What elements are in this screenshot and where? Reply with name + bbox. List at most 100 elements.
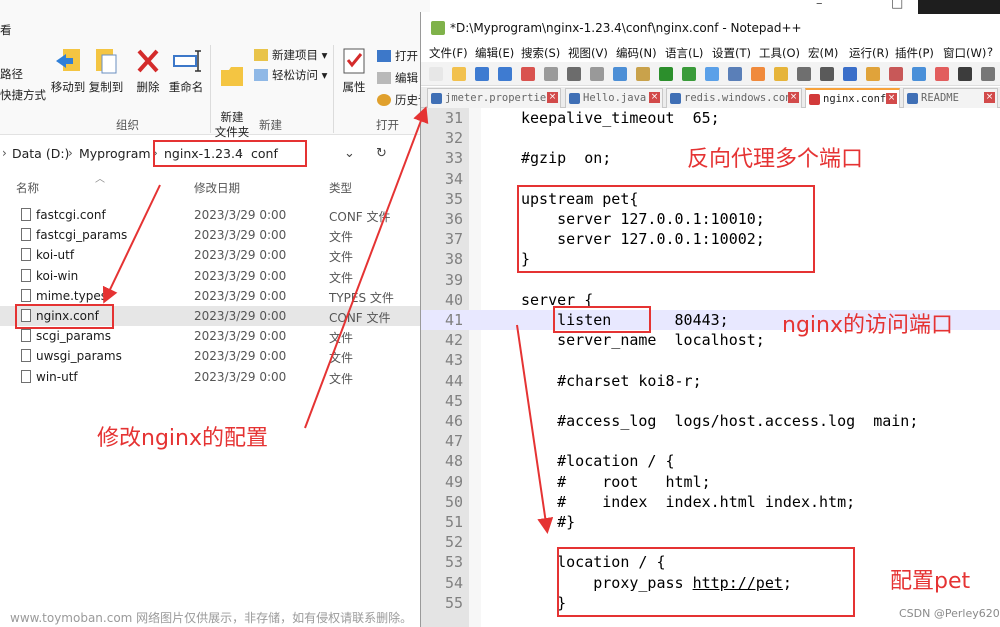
toolbar-icon[interactable] bbox=[429, 67, 443, 81]
file-row[interactable]: scgi_params 2023/3/29 0:00 文件 bbox=[0, 326, 430, 346]
new-item-icon bbox=[254, 49, 268, 61]
file-row[interactable]: mime.types 2023/3/29 0:00 TYPES 文件 bbox=[0, 286, 430, 306]
move-to-button[interactable]: 移动到 bbox=[50, 46, 86, 95]
edit-button[interactable]: 编辑 bbox=[377, 70, 418, 86]
editor-tab[interactable]: nginx.conf × bbox=[805, 88, 900, 108]
menu-item[interactable]: 编辑(E) bbox=[475, 45, 514, 61]
toolbar-icon[interactable] bbox=[452, 67, 466, 81]
new-folder-button[interactable]: 新建 文件夹 bbox=[214, 46, 250, 140]
code-line[interactable]: 45 bbox=[421, 391, 1000, 411]
close-icon[interactable]: × bbox=[886, 93, 897, 104]
toolbar-icon[interactable] bbox=[935, 67, 949, 81]
toolbar-icon[interactable] bbox=[475, 67, 489, 81]
rename-button[interactable]: 重命名 bbox=[168, 46, 204, 95]
editor-tab[interactable]: redis.windows.conf × bbox=[666, 88, 802, 108]
file-row[interactable]: koi-win 2023/3/29 0:00 文件 bbox=[0, 266, 430, 286]
toolbar-icon[interactable] bbox=[889, 67, 903, 81]
code-text: #location / { bbox=[521, 452, 675, 471]
chevron-down-icon[interactable]: ⌄ bbox=[344, 146, 355, 161]
toolbar-icon[interactable] bbox=[797, 67, 811, 81]
file-row[interactable]: uwsgi_params 2023/3/29 0:00 文件 bbox=[0, 346, 430, 366]
close-icon[interactable]: × bbox=[788, 92, 799, 103]
ribbon-fragment-path[interactable]: 路径 bbox=[0, 66, 23, 82]
toolbar-icon[interactable] bbox=[498, 67, 512, 81]
properties-button[interactable]: 属性 bbox=[338, 46, 370, 95]
code-line[interactable]: 46 #access_log logs/host.access.log main… bbox=[421, 411, 1000, 431]
copy-to-button[interactable]: 复制到 bbox=[88, 46, 124, 95]
toolbar-icon[interactable] bbox=[636, 67, 650, 81]
menu-item[interactable]: 插件(P) bbox=[895, 45, 934, 61]
code-line[interactable]: 48 #location / { bbox=[421, 451, 1000, 471]
easy-access-icon bbox=[254, 69, 268, 81]
menu-item[interactable]: 视图(V) bbox=[568, 45, 608, 61]
menu-item[interactable]: 宏(M) bbox=[808, 45, 838, 61]
toolbar-icon[interactable] bbox=[659, 67, 673, 81]
menu-item[interactable]: 编码(N) bbox=[616, 45, 657, 61]
new-item-button[interactable]: 新建项目 ▾ bbox=[254, 47, 327, 63]
tab-label: nginx.conf bbox=[823, 93, 887, 105]
menu-item[interactable]: 语言(L) bbox=[665, 45, 703, 61]
close-icon[interactable]: × bbox=[547, 92, 558, 103]
easy-access-button[interactable]: 轻松访问 ▾ bbox=[254, 67, 327, 83]
document-icon bbox=[907, 93, 918, 104]
toolbar-icon[interactable] bbox=[728, 67, 742, 81]
toolbar-icon[interactable] bbox=[843, 67, 857, 81]
toolbar-icon[interactable] bbox=[866, 67, 880, 81]
toolbar-icon[interactable] bbox=[590, 67, 604, 81]
history-icon bbox=[377, 94, 391, 106]
menu-item[interactable]: 工具(O) bbox=[759, 45, 800, 61]
code-line[interactable]: 49 # root html; bbox=[421, 472, 1000, 492]
copy-to-icon bbox=[96, 49, 117, 74]
toolbar-icon[interactable] bbox=[567, 67, 581, 81]
code-line[interactable]: 51 #} bbox=[421, 512, 1000, 532]
menu-item[interactable]: 设置(T) bbox=[712, 45, 751, 61]
column-header-name[interactable]: 名称 bbox=[16, 180, 39, 196]
toolbar-icon[interactable] bbox=[705, 67, 719, 81]
code-line[interactable]: 47 bbox=[421, 431, 1000, 451]
move-to-icon bbox=[56, 49, 80, 71]
ribbon-fragment-shortcut[interactable]: 快捷方式 bbox=[0, 87, 46, 103]
toolbar-icon[interactable] bbox=[544, 67, 558, 81]
maximize-icon[interactable]: □ bbox=[891, 0, 903, 11]
minimize-icon[interactable]: – bbox=[816, 0, 823, 11]
breadcrumb-myprogram[interactable]: Myprogram bbox=[79, 146, 151, 161]
file-icon bbox=[21, 288, 31, 302]
code-line[interactable]: 31 keepalive_timeout 65; bbox=[421, 108, 1000, 128]
code-line[interactable]: 43 bbox=[421, 350, 1000, 370]
code-line[interactable]: 50 # index index.html index.htm; bbox=[421, 492, 1000, 512]
close-icon[interactable]: × bbox=[649, 92, 660, 103]
menu-item[interactable]: ? bbox=[987, 45, 993, 59]
npp-titlebar: *D:\Myprogram\nginx-1.23.4\conf\nginx.co… bbox=[421, 12, 1000, 42]
toolbar-icon[interactable] bbox=[820, 67, 834, 81]
toolbar-icon[interactable] bbox=[613, 67, 627, 81]
menu-item[interactable]: 运行(R) bbox=[849, 45, 889, 61]
toolbar-icon[interactable] bbox=[521, 67, 535, 81]
refresh-icon[interactable]: ↻ bbox=[376, 146, 387, 161]
code-line[interactable]: 44 #charset koi8-r; bbox=[421, 371, 1000, 391]
editor-tab[interactable]: README × bbox=[903, 88, 998, 108]
menu-item[interactable]: 搜索(S) bbox=[521, 45, 560, 61]
toolbar-icon[interactable] bbox=[774, 67, 788, 81]
delete-button[interactable]: 删除 bbox=[133, 46, 163, 95]
toolbar-icon[interactable] bbox=[912, 67, 926, 81]
column-header-date[interactable]: 修改日期 bbox=[194, 180, 240, 196]
file-row[interactable]: fastcgi_params 2023/3/29 0:00 文件 bbox=[0, 225, 430, 245]
file-row[interactable]: fastcgi.conf 2023/3/29 0:00 CONF 文件 bbox=[0, 205, 430, 225]
toolbar-icon[interactable] bbox=[682, 67, 696, 81]
editor-tab[interactable]: jmeter.properties × bbox=[427, 88, 561, 108]
close-icon[interactable]: × bbox=[984, 92, 995, 103]
toolbar-icon[interactable] bbox=[981, 67, 995, 81]
toolbar-icon[interactable] bbox=[751, 67, 765, 81]
breadcrumb-drive[interactable]: Data (D:) bbox=[12, 146, 69, 161]
editor-tab[interactable]: Hello.java × bbox=[565, 88, 663, 108]
file-row[interactable]: win-utf 2023/3/29 0:00 文件 bbox=[0, 367, 430, 387]
watermark-text: www.toymoban.com 网络图片仅供展示，非存储，如有侵权请联系删除。 bbox=[10, 611, 413, 625]
menu-item[interactable]: 文件(F) bbox=[429, 45, 468, 61]
file-name: win-utf bbox=[36, 369, 78, 384]
location-highlight-box bbox=[557, 547, 855, 617]
edit-label: 编辑 bbox=[395, 71, 418, 85]
column-header-type[interactable]: 类型 bbox=[329, 180, 352, 196]
menu-item[interactable]: 窗口(W) bbox=[943, 45, 986, 61]
file-row[interactable]: koi-utf 2023/3/29 0:00 文件 bbox=[0, 245, 430, 265]
toolbar-icon[interactable] bbox=[958, 67, 972, 81]
